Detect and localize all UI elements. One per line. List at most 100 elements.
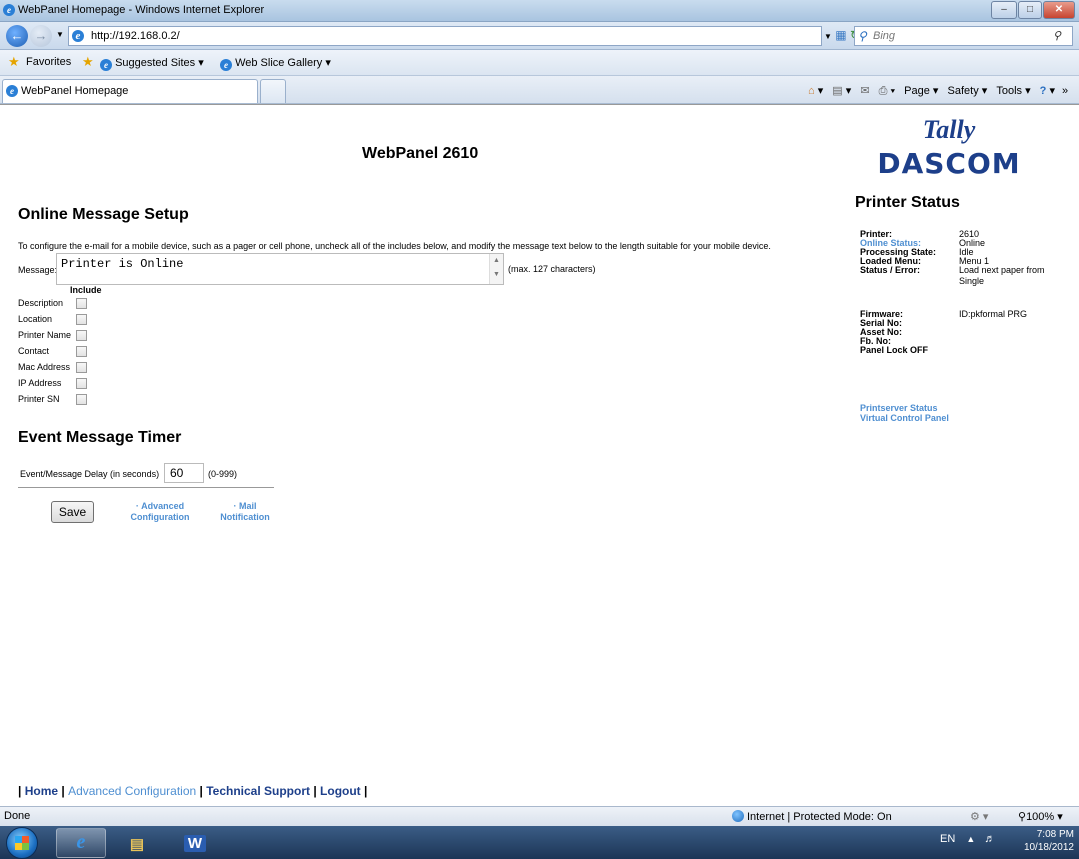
tab-title: WebPanel Homepage — [21, 85, 129, 97]
search-input[interactable]: ⚲ Bing ⚲ — [854, 26, 1073, 46]
browser-status-bar: Done Internet | Protected Mode: On ⚙ ▾ ⚲… — [0, 806, 1079, 826]
divider — [18, 487, 274, 488]
page-menu[interactable]: Page ▾ — [904, 85, 938, 97]
delay-value: 60 — [170, 466, 184, 480]
printer-status-heading: Printer Status — [855, 194, 960, 211]
addon-icon[interactable]: ⚙ ▾ — [970, 810, 988, 823]
forward-button[interactable]: → — [30, 25, 52, 47]
address-dropdown-icon[interactable]: ▼ — [824, 32, 832, 41]
close-button[interactable]: ✕ — [1043, 1, 1075, 19]
footer-logout-link[interactable]: Logout — [320, 784, 361, 798]
taskbar-internet-explorer[interactable]: e — [56, 828, 106, 858]
favorites-button[interactable]: Favorites — [26, 56, 71, 68]
search-icon[interactable]: ⚲ — [1053, 29, 1061, 42]
include-label: Contact — [18, 346, 50, 356]
logo-tally-text: Tally — [922, 115, 976, 144]
favorites-star-icon: ★ — [8, 54, 20, 69]
include-row-printer-name: Printer Name — [18, 330, 87, 346]
windows-taskbar: e ▤ W EN ▲ ♬ 7:08 PM 10/18/2012 — [0, 826, 1079, 859]
volume-icon[interactable]: ♬ — [984, 833, 995, 845]
include-row-contact: Contact — [18, 346, 87, 362]
system-tray: EN ▲ ♬ — [940, 833, 995, 845]
language-indicator[interactable]: EN — [940, 833, 955, 845]
taskbar-word[interactable]: W — [170, 828, 220, 858]
zoom-control[interactable]: ⚲100% ▾ — [1018, 810, 1063, 823]
message-textarea[interactable]: Printer is Online ▲ ▼ — [56, 253, 504, 285]
taskbar-clock[interactable]: 7:08 PM 10/18/2012 — [1020, 828, 1074, 854]
clock-date: 10/18/2012 — [1023, 842, 1074, 853]
command-bar: ⌂ ▾ ▤ ▾ ✉ ⎙ ▾ Page ▾ Safety ▾ Tools ▾ ? … — [808, 85, 1069, 97]
include-row-mac-address: Mac Address — [18, 362, 87, 378]
include-row-ip-address: IP Address — [18, 378, 87, 394]
search-placeholder: Bing — [873, 30, 896, 42]
delay-label: Event/Message Delay (in seconds) — [20, 469, 160, 479]
message-label: Message: — [18, 265, 58, 275]
max-characters-note: (max. 127 characters) — [508, 264, 596, 274]
add-favorites-icon[interactable]: ★ — [82, 54, 94, 70]
help-icon[interactable]: ? — [1040, 85, 1047, 97]
footer-technical-support-link[interactable]: Technical Support — [206, 784, 310, 798]
status-key: Status / Error: — [860, 265, 921, 275]
address-text: http://192.168.0.2/ — [91, 30, 180, 42]
page-content: WebPanel 2610 Tally DASCOM Online Messag… — [0, 104, 1079, 806]
save-button[interactable]: Save — [51, 501, 94, 523]
page-title: WebPanel 2610 — [362, 145, 479, 162]
compat-view-icon[interactable]: ▦ — [835, 28, 846, 42]
window-title: WebPanel Homepage - Windows Internet Exp… — [18, 4, 265, 16]
include-label: Description — [18, 298, 64, 308]
taskbar-file-explorer[interactable]: ▤ — [112, 828, 162, 858]
delay-range-note: (0-999) — [208, 469, 238, 479]
tab-bar: e WebPanel Homepage ⌂ ▾ ▤ ▾ ✉ ⎙ ▾ Page ▾… — [0, 76, 1079, 104]
tray-expand-icon[interactable]: ▲ — [966, 834, 975, 844]
message-text: Printer is Online — [61, 257, 184, 271]
advanced-configuration-link[interactable]: · Advanced Configuration — [120, 501, 200, 523]
page-icon: e — [72, 30, 84, 42]
include-printer-sn-checkbox[interactable] — [76, 394, 87, 405]
printserver-status-link[interactable]: Printserver Status — [860, 403, 938, 413]
navigation-bar: ← → ▼ e http://192.168.0.2/ ▼ ▦ ↻ ✕ ⚲ Bi… — [0, 22, 1079, 50]
include-contact-checkbox[interactable] — [76, 346, 87, 357]
back-button[interactable]: ← — [6, 25, 28, 47]
minimize-button[interactable]: – — [991, 1, 1017, 19]
delay-input[interactable]: 60 — [164, 463, 204, 483]
print-icon[interactable]: ⎙ — [879, 85, 888, 97]
footer-advanced-configuration-link[interactable]: Advanced Configuration — [68, 784, 196, 798]
include-label: IP Address — [18, 378, 62, 388]
tab-webpanel-homepage[interactable]: e WebPanel Homepage — [2, 79, 258, 103]
feeds-icon[interactable]: ▤ — [832, 85, 842, 97]
include-row-location: Location — [18, 314, 87, 330]
message-scrollbar[interactable]: ▲ ▼ — [489, 254, 503, 284]
clock-time: 7:08 PM — [1036, 829, 1074, 840]
include-label: Printer SN — [18, 394, 60, 404]
web-slice-gallery-link[interactable]: e Web Slice Gallery ▾ — [220, 56, 331, 71]
security-zone[interactable]: Internet | Protected Mode: On — [732, 810, 892, 823]
safety-menu[interactable]: Safety ▾ — [948, 85, 988, 97]
zoom-icon: ⚲ — [1018, 811, 1027, 823]
tools-menu[interactable]: Tools ▾ — [996, 85, 1030, 97]
start-button[interactable] — [6, 827, 38, 859]
internet-explorer-icon: e — [76, 831, 86, 853]
mail-notification-link[interactable]: · Mail Notification — [207, 501, 283, 523]
status-value: ID:pkformal PRG — [959, 309, 1028, 319]
include-mac-address-checkbox[interactable] — [76, 362, 87, 373]
maximize-button[interactable]: □ — [1018, 1, 1042, 19]
history-dropdown-icon[interactable]: ▼ — [56, 30, 64, 39]
home-icon[interactable]: ⌂ — [808, 85, 815, 97]
overflow-chevron-icon[interactable]: » — [1062, 85, 1068, 97]
suggested-sites-link[interactable]: e Suggested Sites ▾ — [100, 56, 204, 71]
online-setup-description: To configure the e-mail for a mobile dev… — [18, 241, 771, 251]
virtual-control-panel-link[interactable]: Virtual Control Panel — [860, 413, 949, 423]
include-printer-name-checkbox[interactable] — [76, 330, 87, 341]
address-bar[interactable]: e http://192.168.0.2/ — [68, 26, 822, 46]
window-title-bar: e WebPanel Homepage - Windows Internet E… — [0, 0, 1079, 22]
status-value: Load next paper from Single — [959, 265, 1045, 286]
event-message-timer-heading: Event Message Timer — [18, 429, 182, 446]
include-label: Mac Address — [18, 362, 71, 372]
footer-home-link[interactable]: Home — [25, 784, 58, 798]
include-heading: Include — [70, 285, 102, 295]
mail-icon[interactable]: ✉ — [860, 85, 869, 97]
new-tab-button[interactable] — [260, 79, 286, 103]
include-location-checkbox[interactable] — [76, 314, 87, 325]
include-description-checkbox[interactable] — [76, 298, 87, 309]
include-ip-address-checkbox[interactable] — [76, 378, 87, 389]
